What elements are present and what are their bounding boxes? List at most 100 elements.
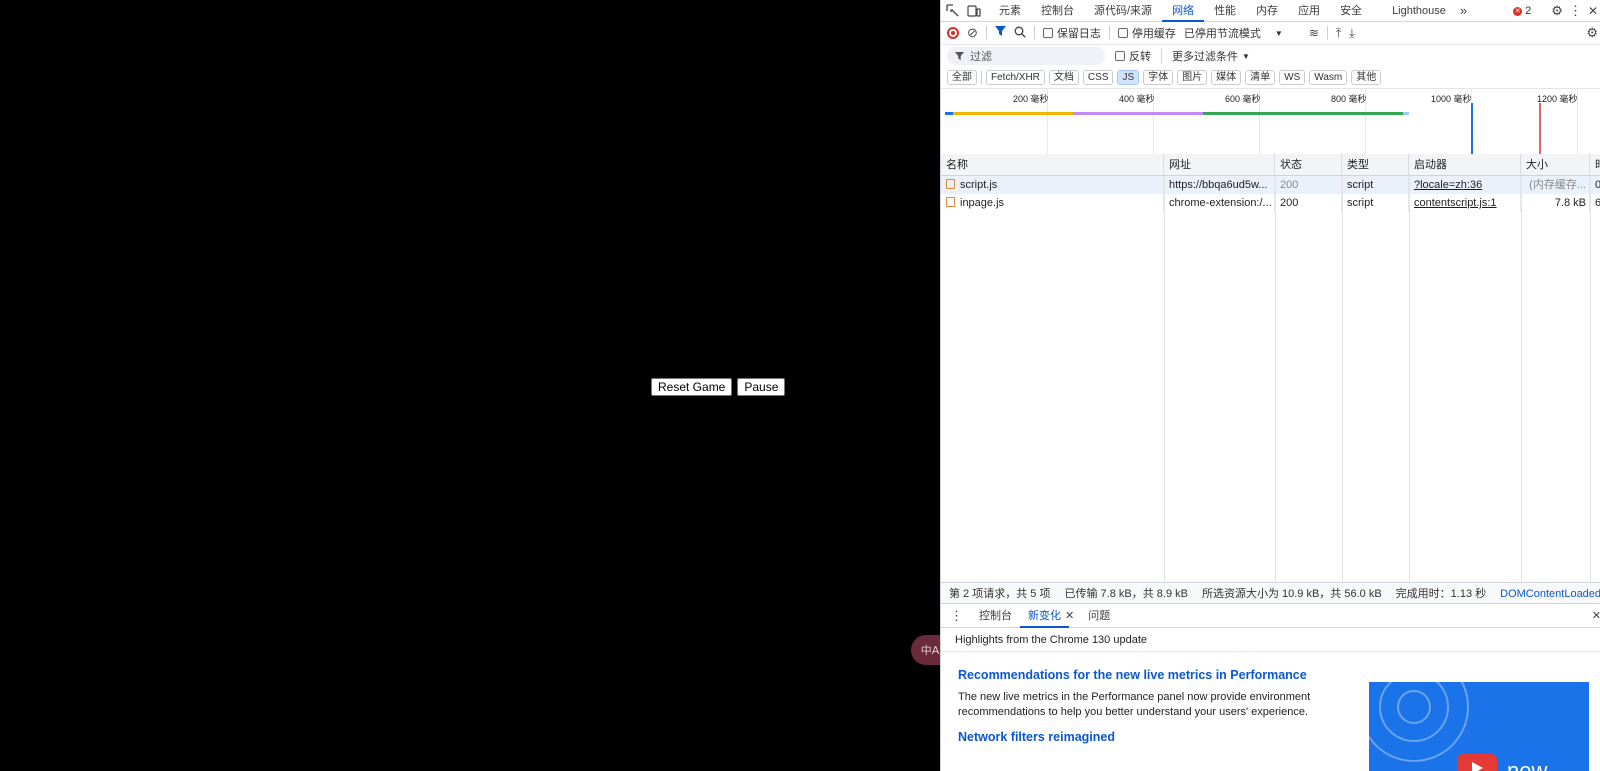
finish-time: 完成用时：1.13 秒 [1395,588,1487,600]
tab-network[interactable]: 网络 [1162,0,1205,22]
drawer-tab-whats-new[interactable]: 新变化 [1020,604,1069,628]
whats-new-item-title[interactable]: Recommendations for the new live metrics… [958,668,1600,682]
column-type[interactable]: 类型 [1342,154,1409,176]
tab-lighthouse[interactable]: Lighthouse [1372,0,1456,22]
filter-placeholder: 过滤 [970,51,992,63]
column-status[interactable]: 状态 [1275,154,1342,176]
more-options-icon[interactable]: ⋮ [1569,3,1582,19]
play-video-icon[interactable] [1457,754,1497,771]
request-time: 6 [1590,194,1600,212]
inspect-element-icon[interactable] [941,0,963,22]
overview-bar [945,112,953,115]
tab-sources[interactable]: 源代码/来源 [1084,0,1162,22]
type-filter-wasm[interactable]: Wasm [1309,70,1348,85]
game-viewport[interactable]: Reset Game Pause 中A [0,0,945,771]
overview-tick-label: 400 毫秒 [1119,94,1155,104]
overview-tick-label: 800 毫秒 [1331,94,1367,104]
type-filter-js[interactable]: JS [1117,70,1140,85]
drawer-menu-icon[interactable]: ⋮ [941,608,971,624]
type-filter-all[interactable]: 全部 [947,70,977,85]
tab-elements[interactable]: 元素 [989,0,1031,22]
request-status: 200 [1275,176,1342,194]
table-row[interactable]: inpage.js chrome-extension:/... 200 scri… [941,194,1600,212]
network-settings-icon[interactable]: ⚙ [1586,25,1598,41]
throttling-select[interactable]: 已停用节流模式 ▼ [1184,25,1283,41]
clear-icon[interactable]: ⊘ [967,25,978,41]
request-url: chrome-extension:/... [1164,194,1275,212]
more-filters-dropdown[interactable]: 更多过滤条件 ▼ [1172,48,1250,64]
tab-application[interactable]: 应用 [1288,0,1330,22]
close-drawer-icon[interactable]: ✕ [1592,609,1600,622]
devtools-panel: 元素 控制台 源代码/来源 网络 性能 内存 应用 安全 Lighthouse … [940,0,1600,771]
more-tabs-icon[interactable]: » [1456,0,1471,22]
type-filter-font[interactable]: 字体 [1143,70,1174,85]
overview-bar [1073,112,1203,115]
screen: Reset Game Pause 中A 元素 控制台 源代码/来源 网络 性能 … [0,0,1600,771]
tab-security[interactable]: 安全 [1330,0,1372,22]
invert-checkbox[interactable]: 反转 [1115,48,1151,64]
checkbox-box[interactable] [1042,28,1053,38]
request-count: 第 2 项请求，共 5 项 [949,588,1051,600]
column-name[interactable]: 名称 [941,154,1164,176]
type-filter-media[interactable]: 媒体 [1211,70,1242,85]
tab-memory[interactable]: 内存 [1246,0,1288,22]
type-filter-fetch-xhr[interactable]: Fetch/XHR [986,70,1045,85]
devtools-tabbar: 元素 控制台 源代码/来源 网络 性能 内存 应用 安全 Lighthouse … [941,0,1600,22]
preserve-log-label: 保留日志 [1056,28,1101,40]
whats-new-body: Recommendations for the new live metrics… [941,668,1600,771]
dom-content-loaded-time: DOMContentLoaded：996 [1500,588,1600,600]
request-type: script [1342,194,1409,212]
drawer-tab-issues[interactable]: 问题 [1080,604,1118,628]
table-row[interactable]: script.js https://bbqa6ud5w... 200 scrip… [941,176,1600,194]
import-har-icon[interactable]: ⤒ [1336,26,1341,41]
column-time[interactable]: 时 [1590,154,1600,176]
network-status-bar: 第 2 项请求，共 5 项 已传输 7.8 kB，共 8.9 kB 所选资源大小… [941,582,1600,604]
filter-funnel-icon[interactable] [994,26,1006,40]
type-filter-manifest[interactable]: 清单 [1245,70,1276,85]
whats-new-item-text: The new live metrics in the Performance … [958,691,1311,718]
type-filter-css[interactable]: CSS [1082,70,1114,85]
column-url[interactable]: 网址 [1164,154,1275,176]
filter-bar: 过滤 反转 更多过滤条件 ▼ [941,45,1600,67]
overview-tick-label: 600 毫秒 [1225,94,1261,104]
network-overview-timeline[interactable]: 200 毫秒 400 毫秒 600 毫秒 800 毫秒 1000 毫秒 1200… [941,89,1600,155]
resource-type-filters: 全部 Fetch/XHR 文档 CSS JS 字体 图片 媒体 清单 WS Wa… [941,67,1600,89]
close-devtools-icon[interactable]: ✕ [1588,4,1598,18]
close-tab-icon[interactable]: ✕ [1065,609,1074,622]
request-name: inpage.js [960,197,1005,209]
column-size[interactable]: 大小 [1521,154,1590,176]
request-name: script.js [960,179,998,191]
request-initiator-link[interactable]: contentscript.js:1 [1409,194,1521,212]
checkbox-box[interactable] [1115,51,1125,61]
overview-bar [1403,112,1409,115]
request-time: 0 [1590,176,1600,194]
type-filter-doc[interactable]: 文档 [1048,70,1079,85]
record-stop-icon[interactable] [947,27,959,39]
whats-new-video-thumbnail[interactable]: new [1369,682,1589,771]
transferred-size: 已传输 7.8 kB，共 8.9 kB [1064,588,1188,600]
reset-game-button[interactable]: Reset Game [651,378,733,396]
checkbox-box[interactable] [1117,28,1128,38]
search-icon[interactable] [1014,26,1026,41]
request-name-cell: inpage.js [941,194,1164,212]
type-filter-ws[interactable]: WS [1279,70,1306,85]
preserve-log-checkbox[interactable]: 保留日志 [1042,25,1101,41]
disable-cache-label: 停用缓存 [1131,28,1176,40]
network-conditions-icon[interactable]: ≋ [1309,26,1319,40]
tab-performance[interactable]: 性能 [1204,0,1246,22]
request-name-cell: script.js [941,176,1164,194]
export-har-icon[interactable]: ⤓ [1349,26,1354,41]
settings-gear-icon[interactable]: ⚙ [1551,3,1563,19]
request-initiator-link[interactable]: ?locale=zh:36 [1409,176,1521,194]
type-filter-other[interactable]: 其他 [1351,70,1382,85]
error-badge[interactable]: ✕ 2 [1513,5,1531,17]
column-initiator[interactable]: 启动器 [1409,154,1521,176]
pause-button[interactable]: Pause [737,378,786,396]
drawer-tab-console[interactable]: 控制台 [971,604,1020,628]
device-toolbar-icon[interactable] [963,0,985,22]
filter-input[interactable]: 过滤 [947,47,1105,65]
disable-cache-checkbox[interactable]: 停用缓存 [1117,25,1176,41]
type-filter-img[interactable]: 图片 [1177,70,1208,85]
request-size: 7.8 kB [1521,194,1590,212]
tab-console[interactable]: 控制台 [1031,0,1084,22]
